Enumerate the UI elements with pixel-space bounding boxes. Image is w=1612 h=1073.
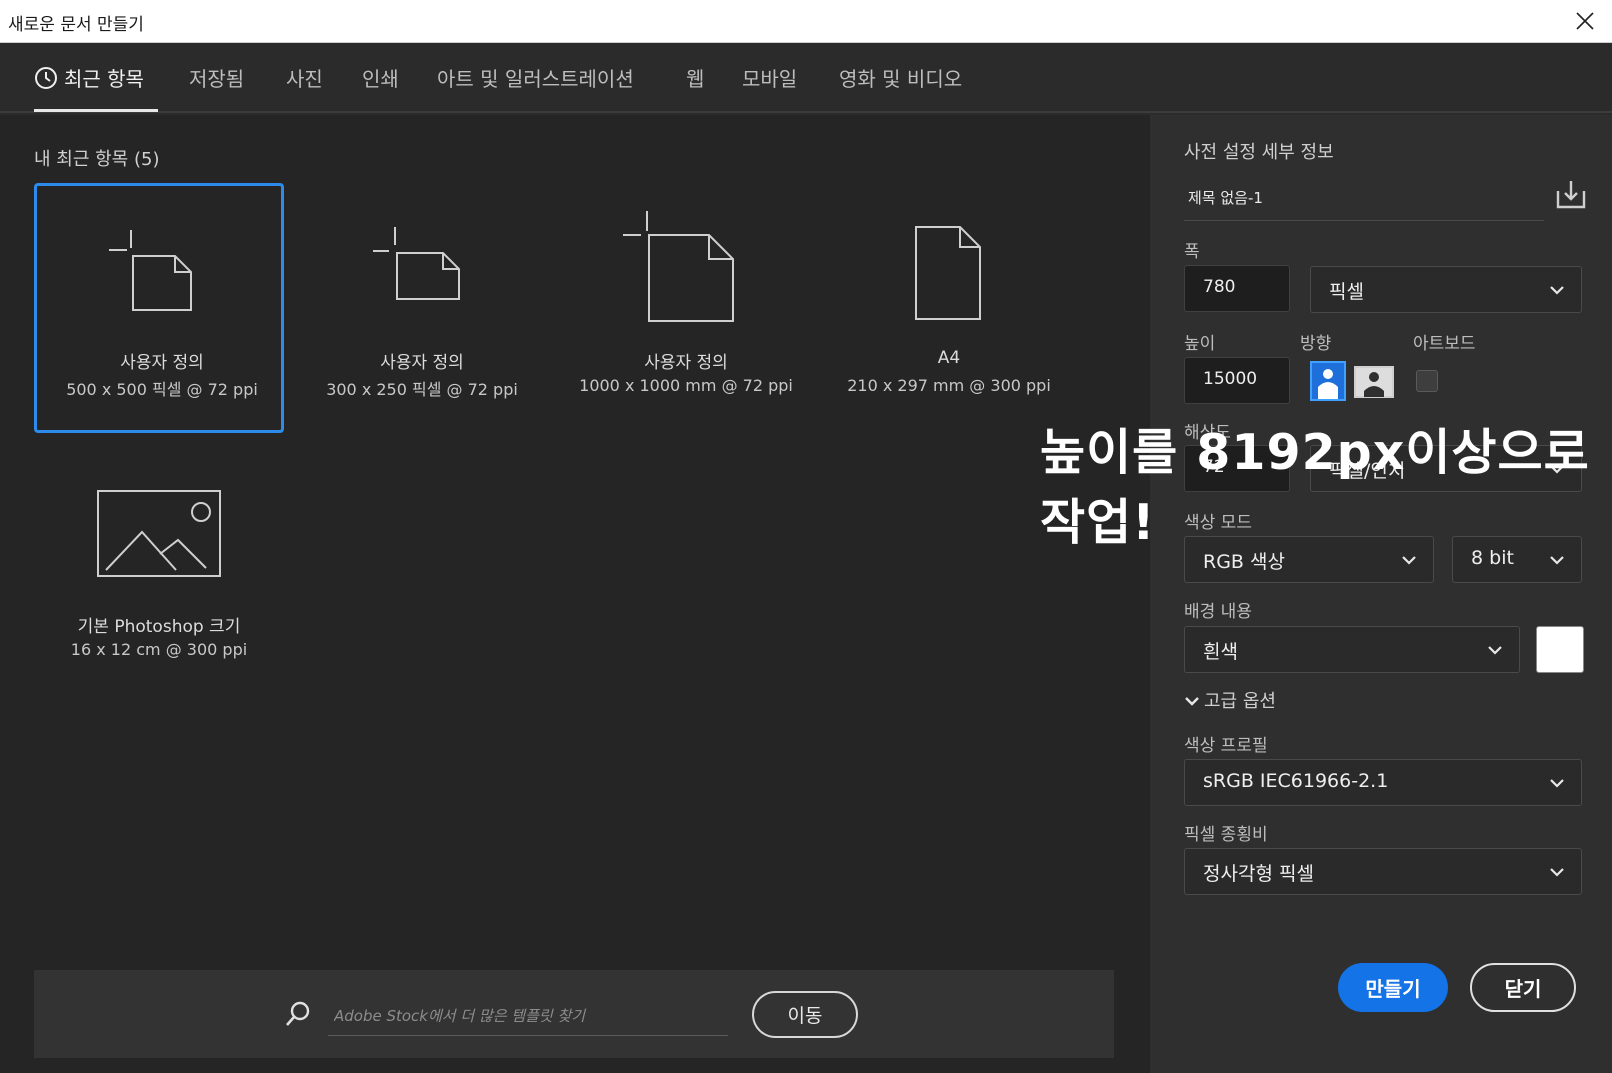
item-name: 사용자 정의	[120, 353, 204, 373]
chevron-down-icon	[1488, 646, 1502, 655]
advanced-options-toggle[interactable]: 고급 옵션	[1184, 687, 1276, 713]
color-profile-select[interactable]: sRGB IEC61966-2.1	[1184, 759, 1582, 806]
tab-saved[interactable]: 저장됨	[189, 63, 244, 92]
item-spec: 300 x 250 픽셀 @ 72 ppi	[326, 380, 518, 399]
image-icon	[97, 490, 221, 577]
document-name-field[interactable]: 제목 없음-1	[1184, 175, 1544, 221]
item-spec: 210 x 297 mm @ 300 ppi	[847, 376, 1051, 395]
item-spec: 1000 x 1000 mm @ 72 ppi	[579, 376, 793, 395]
square-doc-icon	[623, 211, 734, 322]
background-select[interactable]: 흰색	[1184, 626, 1520, 673]
stock-search-bar: 이동	[34, 970, 1114, 1058]
tab-photo[interactable]: 사진	[286, 63, 323, 92]
chevron-down-icon	[1550, 286, 1564, 295]
panel-title: 사전 설정 세부 정보	[1184, 142, 1334, 163]
artboard-label: 아트보드	[1413, 334, 1476, 354]
portrait-doc-icon	[915, 226, 981, 320]
width-label: 폭	[1184, 242, 1200, 262]
chevron-down-icon	[1550, 868, 1564, 877]
preset-details-panel: 사전 설정 세부 정보 제목 없음-1 폭 780 픽셀 높이 15000 방향…	[1150, 115, 1612, 1073]
background-color-swatch[interactable]	[1536, 626, 1584, 673]
tab-label: 최근 항목	[64, 67, 144, 91]
item-name: A4	[937, 348, 961, 368]
chevron-down-icon	[1185, 697, 1199, 706]
color-profile-value: sRGB IEC61966-2.1	[1203, 770, 1389, 792]
portrait-orientation-icon[interactable]	[1310, 361, 1346, 401]
active-tab-indicator	[34, 109, 158, 112]
annotation-line-2: 작업!	[1040, 494, 1156, 551]
landscape-doc-icon	[373, 227, 460, 300]
background-value: 흰색	[1203, 641, 1238, 663]
clock-icon	[35, 67, 57, 89]
tab-art-illustration[interactable]: 아트 및 일러스트레이션	[437, 63, 634, 92]
stock-search-input[interactable]	[328, 996, 728, 1036]
height-input[interactable]: 15000	[1184, 357, 1290, 404]
artboard-checkbox[interactable]	[1416, 370, 1438, 392]
recent-item-1[interactable]: 사용자 정의 500 x 500 픽셀 @ 72 ppi	[34, 183, 284, 433]
annotation-line-1: 높이를 8192px이상으로	[1040, 424, 1590, 481]
tab-film-video[interactable]: 영화 및 비디오	[839, 63, 962, 92]
category-tabs: 최근 항목 저장됨 사진 인쇄 아트 및 일러스트레이션 웹 모바일 영화 및 …	[0, 43, 1612, 113]
height-label: 높이	[1184, 334, 1216, 354]
tab-web[interactable]: 웹	[686, 63, 704, 92]
title-bar: 새로운 문서 만들기	[0, 0, 1612, 43]
search-icon	[286, 1001, 310, 1026]
width-input[interactable]: 780	[1184, 265, 1290, 312]
item-name: 기본 Photoshop 크기	[77, 617, 241, 637]
color-profile-label: 색상 프로필	[1184, 736, 1268, 756]
close-icon[interactable]	[1572, 8, 1598, 34]
recent-item-4[interactable]: A4 210 x 297 mm @ 300 ppi	[824, 183, 1074, 433]
recent-item-3[interactable]: 사용자 정의 1000 x 1000 mm @ 72 ppi	[561, 183, 811, 433]
window-title: 새로운 문서 만들기	[8, 15, 144, 35]
create-button[interactable]: 만들기	[1338, 963, 1448, 1012]
orientation-label: 방향	[1300, 334, 1332, 354]
width-unit-value: 픽셀	[1329, 281, 1364, 303]
square-doc-icon	[109, 230, 192, 311]
item-name: 사용자 정의	[644, 353, 728, 373]
recent-item-5[interactable]: 기본 Photoshop 크기 16 x 12 cm @ 300 ppi	[34, 450, 284, 700]
pixel-aspect-value: 정사각형 픽셀	[1203, 863, 1314, 885]
item-name: 사용자 정의	[380, 353, 464, 373]
width-unit-select[interactable]: 픽셀	[1310, 266, 1582, 313]
tab-recent[interactable]: 최근 항목	[34, 63, 144, 92]
annotation-overlay: 높이를 8192px이상으로 작업!	[1040, 418, 1610, 558]
landscape-orientation-icon[interactable]	[1354, 361, 1394, 401]
tab-mobile[interactable]: 모바일	[742, 63, 797, 92]
item-spec: 16 x 12 cm @ 300 ppi	[70, 640, 248, 659]
recent-pane: 내 최근 항목 (5) 사용자 정의 500 x 500 픽셀 @ 72 ppi…	[0, 115, 1150, 1073]
advanced-options-label: 고급 옵션	[1204, 691, 1276, 712]
pixel-aspect-label: 픽셀 종횡비	[1184, 825, 1268, 845]
tab-print[interactable]: 인쇄	[362, 63, 399, 92]
chevron-down-icon	[1550, 779, 1564, 788]
item-spec: 500 x 500 픽셀 @ 72 ppi	[66, 380, 258, 399]
recent-section-title: 내 최근 항목 (5)	[34, 149, 160, 170]
close-button[interactable]: 닫기	[1470, 963, 1576, 1012]
background-label: 배경 내용	[1184, 602, 1252, 622]
recent-item-2[interactable]: 사용자 정의 300 x 250 픽셀 @ 72 ppi	[297, 183, 547, 433]
save-preset-icon[interactable]	[1554, 177, 1588, 211]
go-button[interactable]: 이동	[752, 991, 858, 1038]
pixel-aspect-select[interactable]: 정사각형 픽셀	[1184, 848, 1582, 895]
